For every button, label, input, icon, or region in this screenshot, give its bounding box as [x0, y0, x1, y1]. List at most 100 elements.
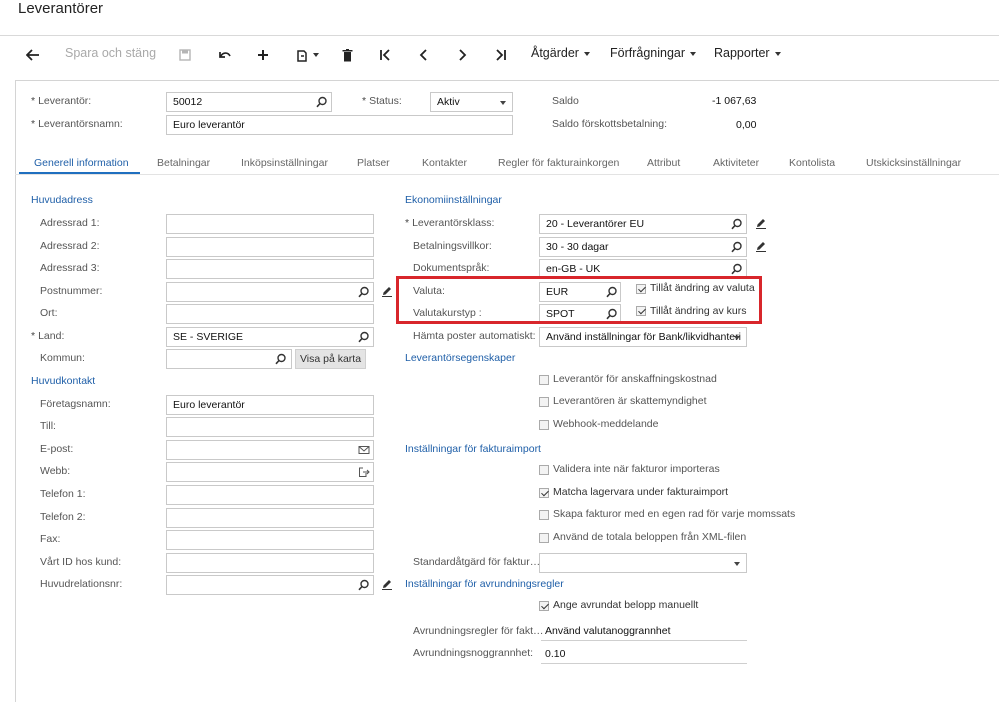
delete-icon[interactable] [340, 47, 354, 63]
line-per-vat-checkbox[interactable] [539, 510, 549, 520]
payment-terms-search-icon[interactable] [731, 241, 743, 253]
reports-caret-icon [774, 51, 781, 56]
tab-general-info[interactable]: Generell information [34, 157, 129, 169]
tab-activities[interactable]: Aktiviteter [713, 157, 759, 169]
title-divider [0, 35, 999, 36]
no-validate-label: Validera inte när fakturor importeras [553, 463, 720, 475]
use-totals-label: Använd de totala beloppen från XML-filen [553, 531, 747, 543]
web-label: Webb: [40, 465, 71, 477]
open-link-icon[interactable] [358, 466, 370, 478]
email-field[interactable] [166, 440, 374, 460]
phone2-field[interactable] [166, 508, 374, 528]
parent-account-field[interactable] [166, 575, 374, 595]
copy-paste-icon[interactable] [293, 47, 321, 63]
balance-value: -1 067,63 [712, 95, 757, 107]
country-label: * Land: [31, 330, 65, 342]
vendor-class-search-icon[interactable] [731, 218, 743, 230]
invoice-import-heading: Inställningar för fakturaimport [405, 443, 541, 455]
auto-fetch-select[interactable]: Använd inställningar för Bank/likvidhant… [539, 327, 747, 347]
web-field[interactable] [166, 462, 374, 482]
previous-record-icon[interactable] [417, 47, 431, 63]
vendor-properties-heading: Leverantörsegenskaper [405, 352, 516, 364]
phone1-label: Telefon 1: [40, 488, 86, 500]
city-field[interactable] [166, 304, 374, 324]
rounding-precision-label: Avrundningsnoggrannhet: [413, 647, 534, 659]
inquiries-caret-icon [690, 51, 697, 56]
postal-code-field[interactable] [166, 282, 374, 302]
tab-purchase-settings[interactable]: Inköpsinställningar [241, 157, 328, 169]
vendor-class-field[interactable]: 20 - Leverantörer EU [539, 214, 747, 234]
view-on-map-button[interactable]: Visa på karta [295, 349, 366, 369]
company-name-label: Företagsnamn: [40, 398, 111, 410]
tab-account-list[interactable]: Kontolista [789, 157, 835, 169]
no-validate-checkbox[interactable] [539, 465, 549, 475]
next-record-icon[interactable] [455, 47, 469, 63]
webhook-checkbox[interactable] [539, 420, 549, 430]
phone1-field[interactable] [166, 485, 374, 505]
tab-attributes[interactable]: Attribut [647, 157, 680, 169]
reports-menu[interactable]: Rapporter [714, 46, 781, 60]
actions-menu[interactable]: Åtgärder [531, 46, 590, 60]
vendor-id-field[interactable]: 50012 [166, 92, 332, 112]
landed-cost-checkbox[interactable] [539, 375, 549, 385]
rounding-precision-field[interactable]: 0.10 [541, 644, 747, 664]
tab-contacts[interactable]: Kontakter [422, 157, 467, 169]
attention-field[interactable] [166, 417, 374, 437]
inquiries-menu[interactable]: Förfrågningar [610, 46, 697, 60]
manual-rounding-label: Ange avrundat belopp manuellt [553, 599, 699, 611]
status-label: * Status: [362, 95, 402, 107]
envelope-icon[interactable] [358, 444, 370, 456]
postal-code-label: Postnummer: [40, 285, 103, 297]
rounding-rules-label: Avrundningsregler för fakt… [413, 625, 544, 637]
our-id-field[interactable] [166, 553, 374, 573]
tab-mailing-settings[interactable]: Utskicksinställningar [866, 157, 961, 169]
default-action-caret-icon [734, 562, 740, 566]
vendor-name-field[interactable]: Euro leverantör [166, 115, 513, 135]
parent-account-search-icon[interactable] [358, 579, 370, 591]
document-language-search-icon[interactable] [731, 263, 743, 275]
tab-bar-line [15, 174, 999, 175]
address-line3-field[interactable] [166, 259, 374, 279]
document-language-label: Dokumentspråk: [413, 262, 490, 274]
active-tab-indicator [19, 172, 140, 174]
tax-agency-checkbox[interactable] [539, 397, 549, 407]
rounding-rules-field[interactable]: Använd valutanoggrannhet [541, 621, 747, 641]
payment-terms-field[interactable]: 30 - 30 dagar [539, 237, 747, 257]
add-icon[interactable] [256, 47, 270, 63]
save-icon[interactable] [178, 47, 192, 63]
address-line2-label: Adressrad 2: [40, 240, 100, 252]
country-field[interactable]: SE - SVERIGE [166, 327, 374, 347]
country-search-icon[interactable] [358, 331, 370, 343]
vendor-name-label: * Leverantörsnamn: [31, 118, 123, 130]
back-arrow-icon[interactable] [25, 47, 41, 63]
tab-payments[interactable]: Betalningar [157, 157, 210, 169]
auto-fetch-caret-icon [734, 336, 740, 340]
default-action-select[interactable] [539, 553, 747, 573]
fax-field[interactable] [166, 530, 374, 550]
payment-terms-label: Betalningsvillkor: [413, 240, 492, 252]
use-totals-checkbox[interactable] [539, 533, 549, 543]
save-close-button[interactable]: Spara och stäng [65, 46, 156, 60]
reports-menu-label: Rapporter [714, 46, 770, 60]
match-items-checkbox[interactable] [539, 488, 549, 498]
page-title: Leverantörer [18, 0, 104, 17]
first-record-icon[interactable] [378, 47, 392, 63]
company-name-field[interactable]: Euro leverantör [166, 395, 374, 415]
tab-locations[interactable]: Platser [357, 157, 390, 169]
vendor-class-label: * Leverantörsklass: [405, 217, 495, 229]
address-line1-field[interactable] [166, 214, 374, 234]
parent-account-edit-pencil-icon[interactable] [381, 578, 393, 590]
county-search-icon[interactable] [275, 353, 287, 365]
manual-rounding-checkbox[interactable] [539, 601, 549, 611]
payment-terms-edit-pencil-icon[interactable] [755, 240, 767, 252]
postal-code-search-icon[interactable] [358, 286, 370, 298]
status-caret-icon [500, 101, 506, 105]
address-line2-field[interactable] [166, 237, 374, 257]
tab-invoice-inbox-rules[interactable]: Regler för fakturainkorgen [498, 157, 619, 169]
undo-icon[interactable] [217, 47, 233, 63]
postal-code-edit-pencil-icon[interactable] [381, 285, 393, 297]
last-record-icon[interactable] [494, 47, 508, 63]
vendor-class-edit-pencil-icon[interactable] [755, 217, 767, 229]
county-field[interactable] [166, 349, 292, 369]
vendor-search-icon[interactable] [316, 96, 328, 108]
